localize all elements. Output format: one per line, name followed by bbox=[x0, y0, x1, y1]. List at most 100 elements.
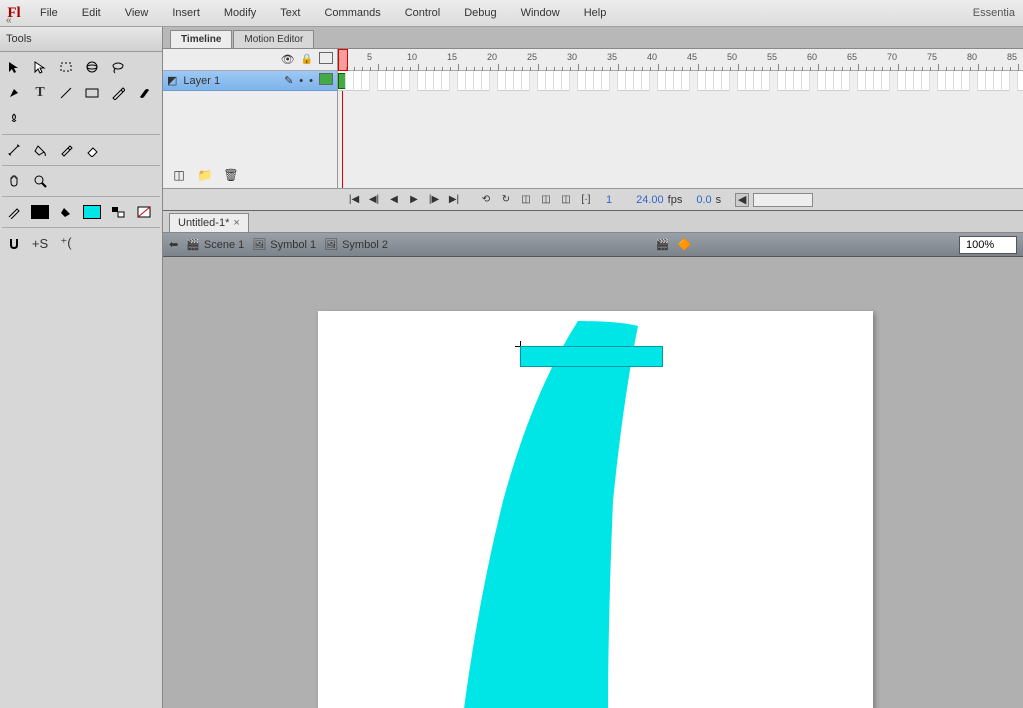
stage-area[interactable] bbox=[163, 257, 1023, 708]
loop-button[interactable]: ↻ bbox=[498, 192, 514, 208]
straighten-option[interactable]: ⁺( bbox=[54, 232, 78, 254]
frame-row[interactable] bbox=[338, 71, 1023, 91]
layer-lock-dot[interactable]: • bbox=[309, 75, 313, 87]
playhead[interactable] bbox=[338, 49, 348, 71]
text-tool[interactable]: T bbox=[28, 82, 52, 104]
layer-buttons: ◫ 📁 🗑 bbox=[167, 164, 243, 186]
menu-text[interactable]: Text bbox=[268, 0, 312, 27]
play-button[interactable]: ▶ bbox=[406, 192, 422, 208]
breadcrumb-symbol1[interactable]: 🖼 Symbol 1 bbox=[252, 238, 316, 251]
lock-icon[interactable]: 🔒 bbox=[301, 54, 313, 65]
edit-symbol-button[interactable]: 🔶 bbox=[677, 238, 691, 251]
workspace-label[interactable]: Essentia bbox=[965, 7, 1023, 19]
scroll-left-button[interactable]: ◀ bbox=[735, 193, 749, 207]
time-value: 0.0 bbox=[696, 194, 711, 206]
center-frame-button[interactable]: ⟲ bbox=[478, 192, 494, 208]
eye-icon[interactable]: 👁 bbox=[281, 53, 295, 66]
paint-bucket-tool[interactable] bbox=[28, 139, 52, 161]
layer-icon: ◩ bbox=[167, 74, 177, 87]
symbol1-label: Symbol 1 bbox=[270, 239, 316, 251]
menu-window[interactable]: Window bbox=[509, 0, 572, 27]
stroke-swatch[interactable] bbox=[28, 201, 52, 223]
edit-multiple-button[interactable]: ◫ bbox=[558, 192, 574, 208]
menu-insert[interactable]: Insert bbox=[160, 0, 212, 27]
play-back-button[interactable]: ◀ bbox=[386, 192, 402, 208]
delete-layer-button[interactable]: 🗑 bbox=[219, 164, 243, 186]
drawn-shape[interactable] bbox=[458, 321, 648, 708]
fill-color[interactable] bbox=[54, 201, 78, 223]
close-tab-icon[interactable]: × bbox=[233, 217, 239, 229]
onion-outline-button[interactable]: ◫ bbox=[538, 192, 554, 208]
tools-panel-title[interactable]: Tools bbox=[0, 27, 162, 52]
subselection-tool[interactable] bbox=[28, 56, 52, 78]
line-tool[interactable] bbox=[54, 82, 78, 104]
eraser-tool[interactable] bbox=[80, 139, 104, 161]
layer-outline-box[interactable] bbox=[319, 73, 333, 88]
current-frame: 1 bbox=[606, 194, 612, 206]
zoom-tool[interactable] bbox=[28, 170, 52, 192]
doc-tab-label: Untitled-1* bbox=[178, 217, 229, 229]
menu-help[interactable]: Help bbox=[572, 0, 619, 27]
tab-motion-editor[interactable]: Motion Editor bbox=[233, 30, 314, 48]
menu-file[interactable]: File bbox=[28, 0, 70, 27]
smooth-option[interactable]: +S bbox=[28, 232, 52, 254]
tools-panel: Tools T +S ⁺( bbox=[0, 27, 163, 708]
layer-header: 👁 🔒 bbox=[163, 49, 337, 71]
goto-last-button[interactable]: ▶| bbox=[446, 192, 462, 208]
layer-row[interactable]: ◩ Layer 1 ✎ • • bbox=[163, 71, 337, 91]
frame-area[interactable]: 1510152025303540455055606570758085 bbox=[338, 49, 1023, 189]
menu-debug[interactable]: Debug bbox=[452, 0, 508, 27]
zoom-input[interactable] bbox=[959, 236, 1017, 254]
onion-markers-button[interactable]: [·] bbox=[578, 192, 594, 208]
rectangle-tool[interactable] bbox=[80, 82, 104, 104]
menu-control[interactable]: Control bbox=[393, 0, 452, 27]
timeline-panel: 👁 🔒 ◩ Layer 1 ✎ • • 15101520253035404550… bbox=[163, 49, 1023, 211]
step-fwd-button[interactable]: |▶ bbox=[426, 192, 442, 208]
new-layer-button[interactable]: ◫ bbox=[167, 164, 191, 186]
timeline-controls: |◀ ◀| ◀ ▶ |▶ ▶| ⟲ ↻ ◫ ◫ ◫ [·] 1 24.00 fp… bbox=[163, 188, 1023, 210]
fill-swatch[interactable] bbox=[80, 201, 104, 223]
layer-vis-dot[interactable]: • bbox=[299, 75, 303, 87]
symbol2-label: Symbol 2 bbox=[342, 239, 388, 251]
menu-modify[interactable]: Modify bbox=[212, 0, 268, 27]
tool-grid: T +S ⁺( bbox=[0, 52, 162, 258]
eyedropper-tool[interactable] bbox=[54, 139, 78, 161]
step-back-button[interactable]: ◀| bbox=[366, 192, 382, 208]
free-transform-tool[interactable] bbox=[54, 56, 78, 78]
scene-label: Scene 1 bbox=[204, 239, 244, 251]
drawn-rectangle[interactable] bbox=[520, 346, 663, 367]
goto-first-button[interactable]: |◀ bbox=[346, 192, 362, 208]
lasso-tool[interactable] bbox=[106, 56, 130, 78]
deco-tool[interactable] bbox=[2, 108, 26, 130]
outline-icon[interactable] bbox=[319, 52, 333, 67]
onion-skin-button[interactable]: ◫ bbox=[518, 192, 534, 208]
breadcrumb-symbol2[interactable]: 🖼 Symbol 2 bbox=[324, 238, 388, 251]
new-folder-button[interactable]: 📁 bbox=[193, 164, 217, 186]
swap-colors[interactable] bbox=[106, 201, 130, 223]
3d-rotation-tool[interactable] bbox=[80, 56, 104, 78]
menu-edit[interactable]: Edit bbox=[70, 0, 113, 27]
pencil-tool[interactable] bbox=[106, 82, 130, 104]
timeline-scrollbar[interactable] bbox=[753, 193, 813, 207]
menu-commands[interactable]: Commands bbox=[312, 0, 392, 27]
document-tabs: Untitled-1* × bbox=[163, 211, 1023, 233]
frame-ruler[interactable]: 1510152025303540455055606570758085 bbox=[338, 49, 1023, 71]
menu-view[interactable]: View bbox=[113, 0, 161, 27]
back-button[interactable]: ⬅ bbox=[169, 238, 178, 251]
hand-tool[interactable] bbox=[2, 170, 26, 192]
symbol-icon: 🖼 bbox=[252, 238, 266, 251]
stage[interactable] bbox=[318, 311, 873, 708]
selection-tool[interactable] bbox=[2, 56, 26, 78]
edit-scene-button[interactable]: 🎬 bbox=[656, 238, 670, 251]
snap-option[interactable] bbox=[2, 232, 26, 254]
no-color[interactable] bbox=[132, 201, 156, 223]
tab-timeline[interactable]: Timeline bbox=[170, 30, 232, 48]
breadcrumb-scene[interactable]: 🎬 Scene 1 bbox=[186, 238, 244, 251]
pen-tool[interactable] bbox=[2, 82, 26, 104]
app-logo: Fl bbox=[0, 0, 28, 27]
bone-tool[interactable] bbox=[2, 139, 26, 161]
timeline-tabs: Timeline Motion Editor bbox=[163, 27, 1023, 49]
stroke-color[interactable] bbox=[2, 201, 26, 223]
brush-tool[interactable] bbox=[132, 82, 156, 104]
document-tab[interactable]: Untitled-1* × bbox=[169, 213, 249, 232]
